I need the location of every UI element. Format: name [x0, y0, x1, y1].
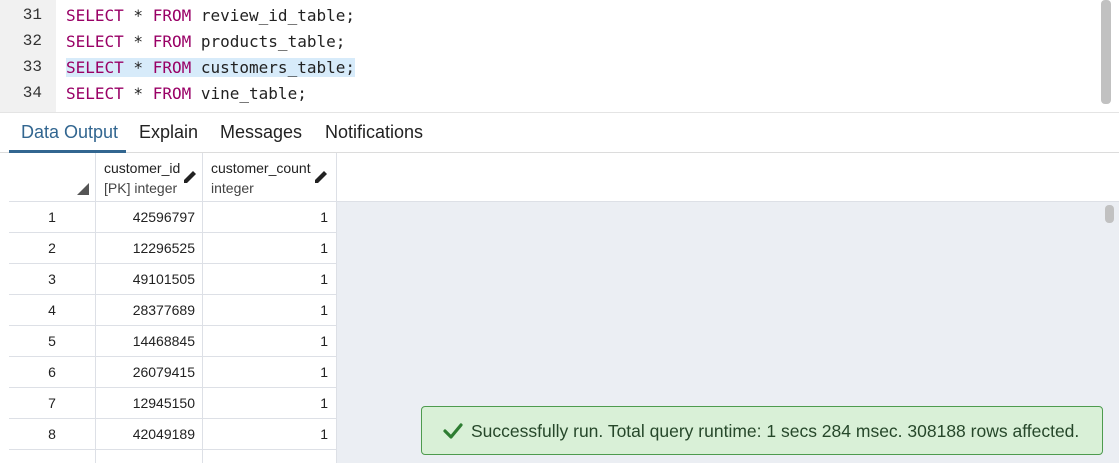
cell-customer-id[interactable]: 49101505 — [96, 264, 203, 294]
code-text: SELECT * FROM products_table; — [66, 32, 345, 51]
sql-keyword: FROM — [152, 6, 192, 25]
cell-customer-count[interactable]: 1 — [203, 357, 337, 387]
table-row[interactable]: 6 26079415 1 — [9, 357, 337, 388]
table-row[interactable]: 3 49101505 1 — [9, 264, 337, 295]
cell-customer-count[interactable]: 1 — [203, 233, 337, 263]
sql-keyword: SELECT — [66, 84, 124, 103]
row-number[interactable]: 7 — [9, 388, 96, 418]
cell-customer-count[interactable]: 1 — [203, 264, 337, 294]
cell-customer-id[interactable]: 12296525 — [96, 233, 203, 263]
code-line[interactable]: 34 SELECT * FROM vine_table; — [0, 80, 1100, 106]
sql-keyword: SELECT — [66, 6, 124, 25]
tab-explain[interactable]: Explain — [139, 122, 198, 143]
select-all-triangle-icon[interactable] — [77, 183, 89, 195]
table-row[interactable]: 2 12296525 1 — [9, 233, 337, 264]
column-type: [PK] integer — [104, 180, 178, 196]
toast-message: Successfully run. Total query runtime: 1… — [471, 421, 1080, 441]
code-text: SELECT * FROM review_id_table; — [66, 6, 355, 25]
row-number[interactable]: 8 — [9, 419, 96, 449]
output-tabs: Data Output Explain Messages Notificatio… — [0, 112, 1119, 153]
row-number[interactable]: 2 — [9, 233, 96, 263]
sql-editor[interactable]: 31 SELECT * FROM review_id_table; 32 SEL… — [0, 0, 1119, 112]
header-filler — [337, 153, 1119, 202]
sql-star: * — [123, 84, 153, 103]
table-row[interactable]: 4 28377689 1 — [9, 295, 337, 326]
sql-table-name: vine_table; — [191, 84, 307, 103]
sql-keyword: SELECT — [66, 32, 124, 51]
sql-keyword: FROM — [152, 58, 192, 77]
cell-customer-id[interactable]: 12945150 — [96, 388, 203, 418]
column-header-customer-count[interactable]: customer_count integer — [203, 153, 337, 202]
check-icon — [443, 423, 463, 439]
line-number: 32 — [22, 32, 42, 50]
code-line-selected[interactable]: 33 SELECT * FROM customers_table; — [0, 54, 1100, 80]
cell-customer-id[interactable] — [96, 450, 203, 463]
sql-star: * — [123, 58, 153, 77]
cell-customer-count[interactable]: 1 — [203, 295, 337, 325]
table-row[interactable]: 5 14468845 1 — [9, 326, 337, 357]
table-row[interactable]: 7 12945150 1 — [9, 388, 337, 419]
pencil-icon[interactable] — [313, 169, 329, 185]
cell-customer-count[interactable]: 1 — [203, 326, 337, 356]
line-number: 31 — [22, 6, 42, 24]
row-number[interactable] — [9, 450, 96, 463]
code-line[interactable]: 32 SELECT * FROM products_table; — [0, 28, 1100, 54]
line-number: 34 — [22, 84, 42, 102]
sql-table-name: products_table; — [191, 32, 346, 51]
cell-customer-id[interactable]: 14468845 — [96, 326, 203, 356]
column-header-customer-id[interactable]: customer_id [PK] integer — [96, 153, 203, 202]
tab-notifications[interactable]: Notifications — [325, 122, 423, 143]
grid-scrollbar[interactable] — [1105, 205, 1114, 223]
sql-star: * — [123, 6, 153, 25]
row-number[interactable]: 6 — [9, 357, 96, 387]
cell-customer-count[interactable]: 1 — [203, 388, 337, 418]
table-row[interactable]: 8 42049189 1 — [9, 419, 337, 450]
row-number[interactable]: 3 — [9, 264, 96, 294]
sql-keyword: FROM — [152, 32, 192, 51]
tab-messages[interactable]: Messages — [220, 122, 302, 143]
row-number[interactable]: 5 — [9, 326, 96, 356]
sql-table-name: customers_table; — [191, 58, 355, 77]
cell-customer-id[interactable]: 42049189 — [96, 419, 203, 449]
cell-customer-count[interactable]: 1 — [203, 202, 337, 232]
sql-star: * — [123, 32, 153, 51]
row-number[interactable]: 1 — [9, 202, 96, 232]
code-text: SELECT * FROM customers_table; — [66, 58, 355, 77]
code-text: SELECT * FROM vine_table; — [66, 84, 307, 103]
column-name: customer_id — [104, 160, 181, 176]
column-type: integer — [211, 180, 254, 196]
line-number: 33 — [22, 58, 42, 76]
editor-scrollbar[interactable] — [1101, 0, 1111, 104]
sql-table-name: review_id_table; — [191, 6, 355, 25]
sql-keyword: FROM — [152, 84, 192, 103]
cell-customer-count[interactable]: 1 — [203, 419, 337, 449]
sql-keyword: SELECT — [66, 58, 124, 77]
table-row-partial[interactable] — [9, 450, 337, 463]
grid-corner-header[interactable] — [9, 153, 96, 202]
code-line[interactable]: 31 SELECT * FROM review_id_table; — [0, 2, 1100, 28]
success-toast[interactable]: Successfully run. Total query runtime: 1… — [421, 406, 1103, 455]
pencil-icon[interactable] — [182, 169, 198, 185]
cell-customer-id[interactable]: 42596797 — [96, 202, 203, 232]
column-name: customer_count — [211, 160, 311, 176]
tab-data-output[interactable]: Data Output — [21, 122, 118, 143]
cell-customer-id[interactable]: 26079415 — [96, 357, 203, 387]
cell-customer-count[interactable] — [203, 450, 337, 463]
row-number[interactable]: 4 — [9, 295, 96, 325]
table-row[interactable]: 1 42596797 1 — [9, 202, 337, 233]
cell-customer-id[interactable]: 28377689 — [96, 295, 203, 325]
